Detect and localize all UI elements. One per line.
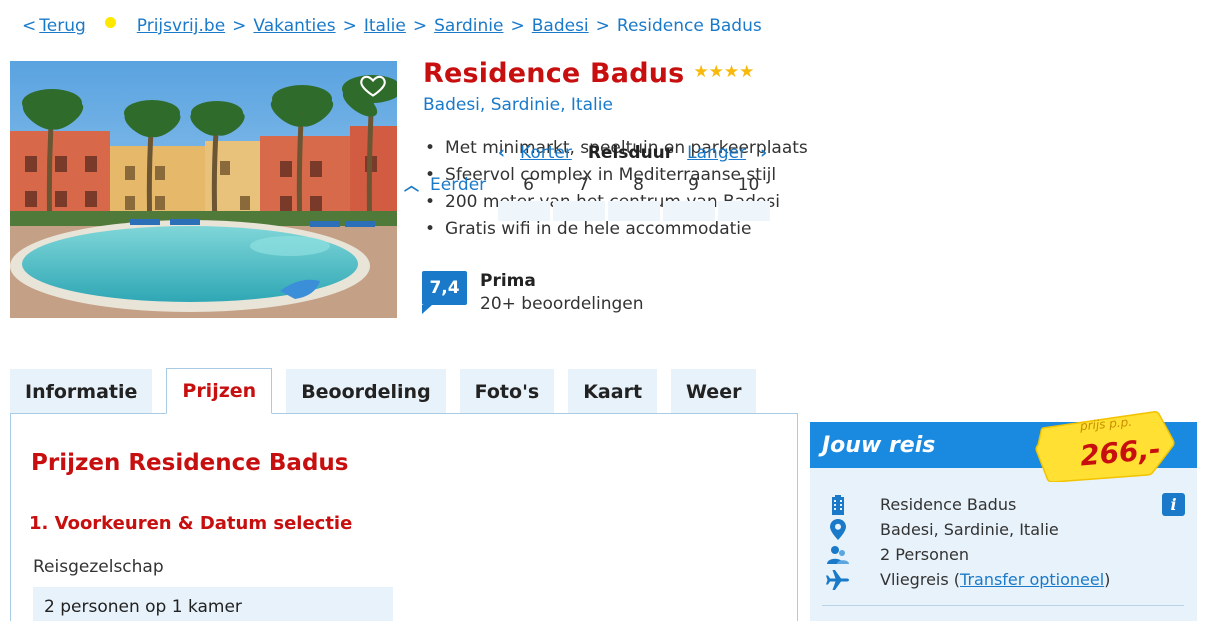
tab-informatie[interactable]: Informatie (10, 369, 153, 414)
duration-day[interactable]: 9 (666, 175, 721, 195)
date-grid-header: ︿ Eerder 6 7 8 9 10 (404, 174, 776, 195)
duration-day[interactable]: 10 (721, 175, 776, 195)
breadcrumb-separator: > (342, 16, 357, 36)
favorite-heart-icon[interactable] (359, 71, 387, 99)
transfer-optional-link[interactable]: Transfer optioneel (960, 570, 1104, 589)
airplane-icon (824, 569, 852, 591)
star-rating-icon: ★★★★ (693, 61, 755, 82)
trip-persons: 2 Personen (880, 545, 970, 564)
status-dot-icon (104, 16, 116, 28)
tab-weer[interactable]: Weer (671, 369, 757, 414)
price-value: 266,- (1078, 432, 1163, 473)
earlier-dates-button[interactable]: ︿ Eerder (404, 174, 501, 195)
trip-travel-suffix: ) (1104, 570, 1111, 589)
divider (822, 605, 1184, 606)
tab-beoordeling[interactable]: Beoordeling (286, 369, 446, 414)
tab-bar: Informatie Prijzen Beoordeling Foto's Ka… (10, 368, 770, 414)
review-label: Prima (480, 271, 536, 291)
review-score-badge: 7,4 (422, 271, 467, 314)
breadcrumb-link-badesi[interactable]: Badesi (532, 16, 589, 36)
earlier-label: Eerder (430, 174, 487, 195)
prices-title: Prijzen Residence Badus (31, 450, 349, 476)
price-cell[interactable] (553, 201, 605, 221)
back-link[interactable]: Terug (39, 16, 86, 36)
duration-day[interactable]: 8 (611, 175, 666, 195)
duration-day[interactable]: 7 (556, 175, 611, 195)
breadcrumb-separator: > (510, 16, 525, 36)
chevron-up-icon: ︿ (404, 176, 420, 194)
duration-controls: ‹ Korter Reisduur Langer › (498, 143, 767, 163)
preferences-section-title: 1. Voorkeuren & Datum selectie (29, 513, 353, 534)
hotel-photo-illustration (10, 61, 397, 318)
review-summary: Prima 20+ beoordelingen (480, 271, 644, 314)
price-cell[interactable] (498, 201, 550, 221)
prices-panel: Prijzen Residence Badus 1. Voorkeuren & … (10, 413, 798, 621)
trip-travel-row: Vliegreis (Transfer optioneel) (824, 567, 1110, 592)
duration-days: 6 7 8 9 10 (501, 175, 776, 195)
building-icon (824, 494, 852, 516)
persons-icon (824, 544, 852, 566)
trip-hotel-name: Residence Badus (880, 495, 1017, 514)
hotel-location-link[interactable]: Badesi, Sardinie, Italie (423, 95, 613, 115)
price-cell[interactable] (718, 201, 770, 221)
map-pin-icon (824, 519, 852, 541)
breadcrumb-current: Residence Badus (616, 16, 762, 36)
breadcrumb-separator: > (232, 16, 247, 36)
duration-longer-link[interactable]: Langer (687, 143, 746, 163)
hotel-photo[interactable] (10, 61, 397, 318)
info-icon[interactable]: i (1162, 493, 1185, 516)
trip-persons-row: 2 Personen (824, 542, 1110, 567)
back-chevron-icon[interactable]: < (22, 16, 36, 36)
hotel-title-row: Residence Badus ★★★★ (423, 58, 754, 89)
page-title: Residence Badus (423, 58, 685, 89)
price-grid-row (498, 201, 773, 221)
tab-kaart[interactable]: Kaart (568, 369, 658, 414)
chevron-right-icon[interactable]: › (760, 143, 767, 163)
breadcrumb-link-sardinie[interactable]: Sardinie (434, 16, 503, 36)
trip-location-row: Badesi, Sardinie, Italie (824, 517, 1110, 542)
breadcrumb-separator: > (412, 16, 428, 36)
review-rating[interactable]: 7,4 Prima 20+ beoordelingen (422, 271, 644, 314)
tab-prijzen[interactable]: Prijzen (166, 368, 273, 414)
breadcrumb: < Terug Prijsvrij.be > Vakanties > Itali… (22, 14, 762, 38)
trip-details: Residence Badus Badesi, Sardinie, Italie… (824, 492, 1110, 592)
tab-fotos[interactable]: Foto's (459, 369, 555, 414)
breadcrumb-link-vakanties[interactable]: Vakanties (253, 16, 335, 36)
review-count: 20+ beoordelingen (480, 294, 644, 314)
duration-shorter-link[interactable]: Korter (520, 143, 572, 163)
chevron-left-icon[interactable]: ‹ (498, 143, 505, 163)
duration-day[interactable]: 6 (501, 175, 556, 195)
breadcrumb-link-italie[interactable]: Italie (364, 16, 406, 36)
trip-travel-prefix: Vliegreis ( (880, 570, 961, 589)
travel-party-label: Reisgezelschap (33, 557, 164, 577)
breadcrumb-link-home[interactable]: Prijsvrij.be (137, 16, 225, 36)
trip-location: Badesi, Sardinie, Italie (880, 520, 1059, 539)
price-cell[interactable] (663, 201, 715, 221)
price-cell[interactable] (608, 201, 660, 221)
breadcrumb-separator: > (595, 16, 610, 36)
duration-label: Reisduur (587, 143, 674, 163)
trip-hotel-row: Residence Badus (824, 492, 1110, 517)
travel-party-select[interactable]: 2 personen op 1 kamer (33, 587, 393, 621)
